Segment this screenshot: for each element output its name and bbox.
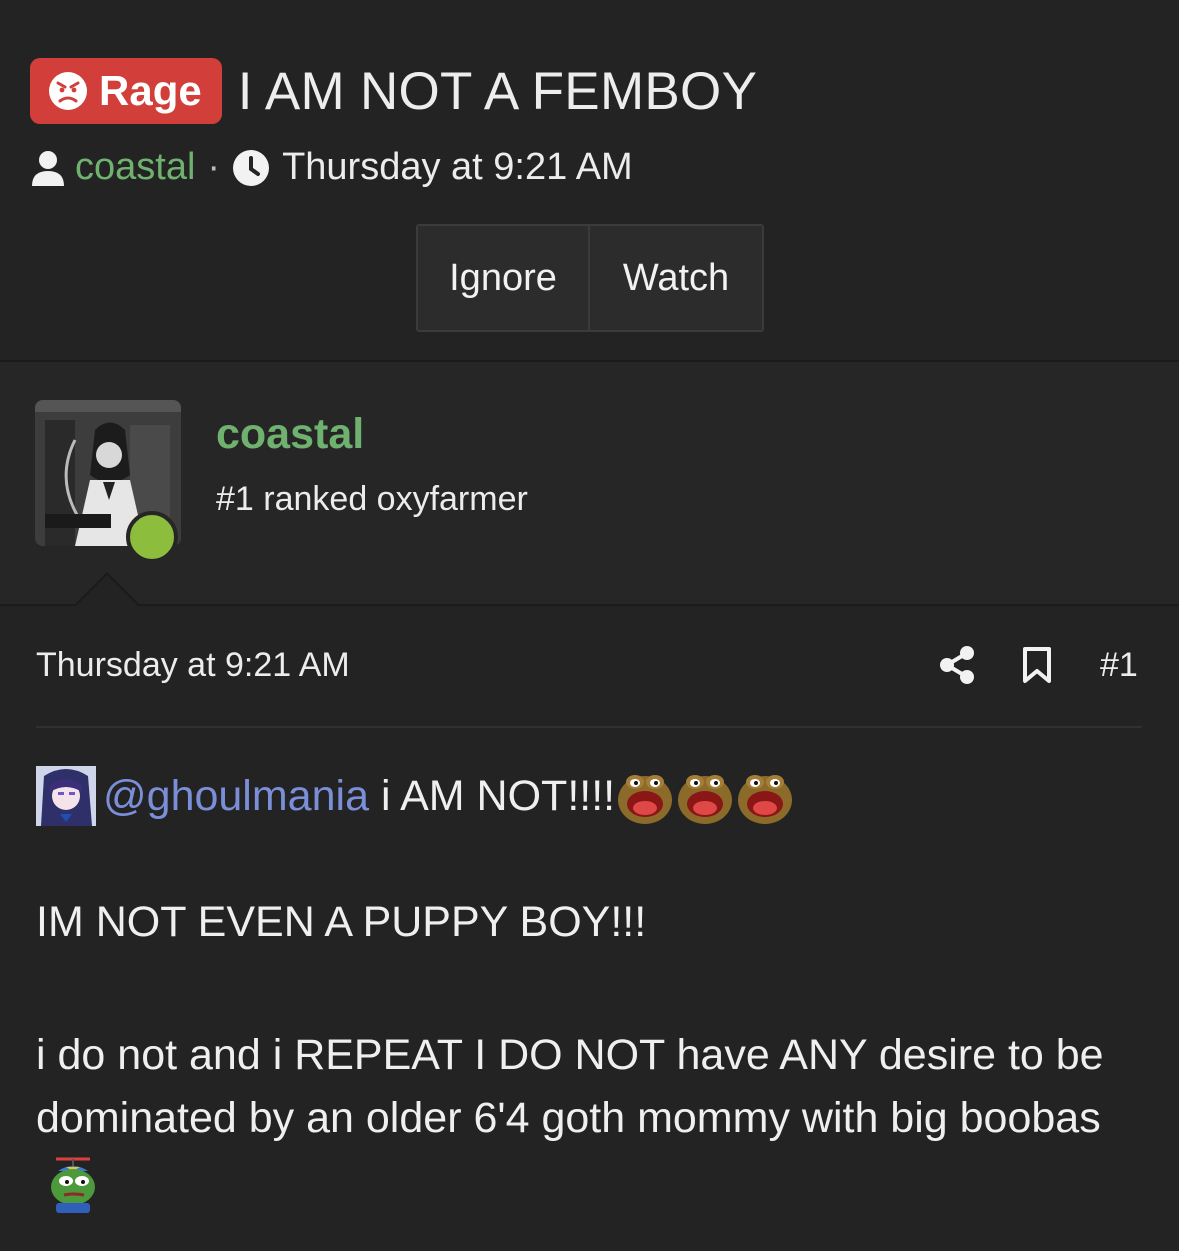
post-line-2: IM NOT EVEN A PUPPY BOY!!!	[36, 898, 647, 946]
thread-meta: coastal · Thursday at 9:21 AM	[30, 146, 633, 189]
ignore-button[interactable]: Ignore	[418, 226, 590, 330]
post-text: i AM NOT!!!!	[380, 771, 616, 820]
propeller-pepe-emote-icon	[51, 1157, 95, 1213]
bookmark-icon[interactable]	[1022, 646, 1052, 684]
rage-pepe-emote-icon	[618, 775, 673, 824]
share-icon[interactable]	[938, 645, 976, 685]
prefix-badge[interactable]: Rage	[30, 58, 222, 124]
thread-page: Rage I AM NOT A FEMBOY coastal · Thursda…	[0, 0, 1179, 1251]
post-line-1: @ghoulmania i AM NOT!!!!	[36, 766, 795, 826]
thread-title: I AM NOT A FEMBOY	[237, 61, 758, 121]
angry-face-icon	[49, 72, 87, 110]
thread-date-link[interactable]: Thursday at 9:21 AM	[282, 146, 633, 189]
divider	[36, 726, 1142, 728]
thread-actions: Ignore Watch	[416, 224, 764, 332]
user-title: #1 ranked oxyfarmer	[216, 480, 528, 518]
rage-pepe-emote-icon	[738, 775, 793, 824]
online-status-dot	[126, 511, 178, 563]
post-username[interactable]: coastal	[216, 410, 364, 459]
thread-title-row: Rage I AM NOT A FEMBOY	[30, 58, 757, 124]
mention-link[interactable]: @ghoulmania	[103, 772, 369, 821]
rage-pepe-emote-icon	[678, 775, 733, 824]
clock-icon	[233, 149, 270, 186]
thread-author-link[interactable]: coastal	[75, 146, 195, 189]
user-block-caret-inner	[76, 575, 138, 606]
post-number-link[interactable]: #1	[1100, 646, 1138, 685]
post-paragraph-3: i do not and i REPEAT I DO NOT have ANY …	[36, 1024, 1146, 1215]
user-icon	[32, 150, 64, 186]
post-text: i do not and i REPEAT I DO NOT have ANY …	[36, 1031, 1104, 1142]
meta-separator: ·	[207, 146, 221, 188]
post-date-link[interactable]: Thursday at 9:21 AM	[36, 646, 350, 685]
prefix-label: Rage	[99, 67, 202, 114]
mention-avatar	[36, 766, 96, 826]
message-user-block: coastal #1 ranked oxyfarmer	[0, 362, 1179, 604]
watch-button[interactable]: Watch	[590, 226, 762, 330]
divider	[0, 604, 1179, 606]
